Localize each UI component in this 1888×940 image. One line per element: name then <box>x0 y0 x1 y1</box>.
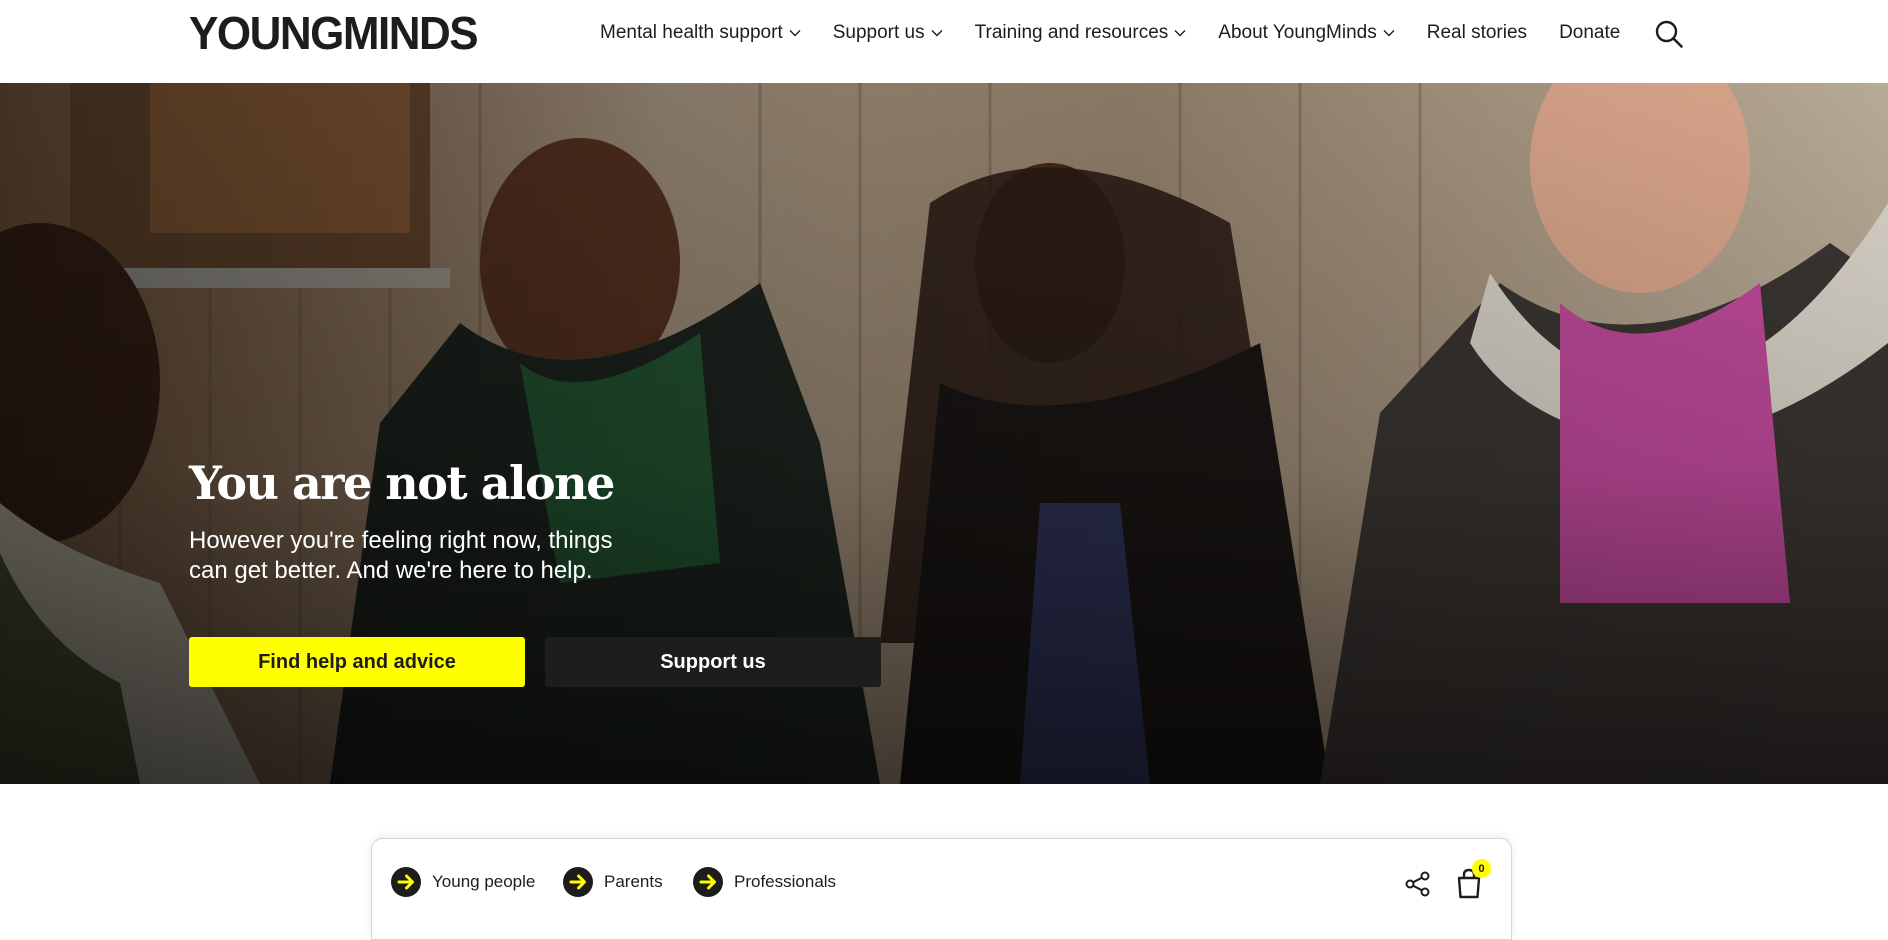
nav-item-real-stories[interactable]: Real stories <box>1427 22 1527 44</box>
audience-quick-links-bar: Young people Parents Professionals 0 <box>371 838 1512 940</box>
arrow-right-circle-icon <box>391 867 421 897</box>
hero-banner: You are not alone However you're feeling… <box>0 83 1888 784</box>
quick-link-young-people[interactable]: Young people <box>391 867 535 897</box>
nav-item-label: About YoungMinds <box>1218 22 1377 43</box>
quick-link-professionals[interactable]: Professionals <box>693 867 836 897</box>
quick-link-label: Young people <box>432 872 536 891</box>
chevron-down-icon <box>1383 30 1395 37</box>
nav-item-training-and-resources[interactable]: Training and resources <box>975 22 1187 44</box>
nav-item-mental-health-support[interactable]: Mental health support <box>600 22 801 44</box>
quick-link-label: Parents <box>604 872 663 891</box>
youngminds-logo[interactable]: YOUNGMINDS <box>189 8 479 60</box>
nav-item-donate[interactable]: Donate <box>1559 22 1620 44</box>
site-header: YOUNGMINDS Mental health support Support… <box>0 0 1888 83</box>
basket-count-badge: 0 <box>1472 859 1491 878</box>
nav-item-label: Real stories <box>1426 22 1528 43</box>
chevron-down-icon <box>789 30 801 37</box>
share-icon[interactable] <box>1404 870 1432 898</box>
nav-item-support-us[interactable]: Support us <box>833 22 943 44</box>
quick-link-parents[interactable]: Parents <box>563 867 663 897</box>
arrow-right-circle-icon <box>563 867 593 897</box>
nav-item-label: Donate <box>1559 22 1621 43</box>
quick-link-label: Professionals <box>734 872 837 891</box>
hero-title: You are not alone <box>189 456 615 510</box>
nav-item-label: Training and resources <box>974 22 1169 43</box>
hero-subtitle: However you're feeling right now, things… <box>189 527 613 584</box>
nav-item-label: Mental health support <box>600 22 783 43</box>
find-help-button[interactable]: Find help and advice <box>189 637 525 687</box>
nav-item-label: Support us <box>832 22 925 43</box>
support-us-button[interactable]: Support us <box>545 637 881 687</box>
arrow-right-circle-icon <box>693 867 723 897</box>
nav-item-about-youngminds[interactable]: About YoungMinds <box>1218 22 1395 44</box>
chevron-down-icon <box>1174 30 1186 37</box>
main-nav: Mental health support Support us Trainin… <box>600 22 1652 44</box>
chevron-down-icon <box>931 30 943 37</box>
search-icon[interactable] <box>1654 19 1684 49</box>
